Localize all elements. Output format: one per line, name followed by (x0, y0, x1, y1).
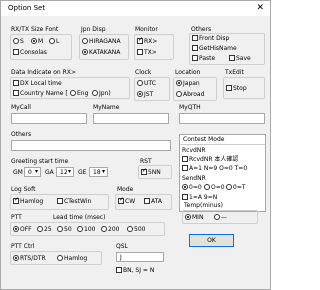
ptt-ctrl-rts-radio[interactable]: RTS/DTR (13, 255, 46, 263)
ptt-25-radio[interactable]: 25 (37, 226, 52, 234)
log-soft-label: Log Soft (11, 186, 36, 193)
chevron-down-icon: ▾ (101, 168, 105, 175)
jpn-disp-label: Jpn Disp (81, 26, 106, 33)
mycall-label: MyCall (11, 104, 31, 111)
clock-utc-radio[interactable]: UTC (137, 80, 156, 88)
option-set-window: Option Set ✕ RX/TX Size Font S M L Conso… (0, 0, 271, 290)
myname-label: MyName (93, 104, 120, 111)
rcvdnr-options[interactable]: A=1 N=9 O=0 T=0 (182, 165, 247, 173)
get-his-name-checkbox[interactable]: GetHisName (192, 45, 237, 53)
ge-label: GE (78, 169, 87, 176)
location-abroad-radio[interactable]: Abroad (176, 91, 204, 99)
contest-mode-label: Contest Mode (183, 136, 225, 143)
temp-label: Temp(minus) (184, 202, 223, 209)
ptt-off-radio[interactable]: OFF (13, 226, 32, 234)
qsl-label: QSL (116, 243, 128, 250)
save-checkbox[interactable]: Save (229, 55, 251, 63)
monitor-tx-checkbox[interactable]: TX> (137, 49, 157, 57)
rcvdnr-label: RcvdNR (182, 147, 206, 154)
contest-divider (180, 144, 265, 145)
gm-label: GM (13, 169, 23, 176)
location-label: Location (175, 69, 201, 76)
ptt-500-radio[interactable]: 500 (127, 226, 145, 234)
ptt-100-radio[interactable]: 100 (77, 226, 95, 234)
myname-input[interactable] (93, 113, 169, 124)
clock-label: Clock (135, 69, 152, 76)
mycall-input[interactable] (11, 113, 87, 124)
txedit-stop-checkbox[interactable]: Stop (226, 85, 247, 93)
sendnr-label: SendNR (182, 175, 206, 182)
ptt-50-radio[interactable]: 50 (57, 226, 72, 234)
rst-5nn-checkbox[interactable]: 5NN (141, 169, 161, 177)
monitor-label: Monitor (135, 26, 158, 33)
front-disp-checkbox[interactable]: Front Disp (192, 35, 229, 43)
rxtx-font-label: RX/TX Size Font (11, 26, 59, 33)
close-icon[interactable]: ✕ (256, 3, 264, 13)
gm-select[interactable]: 0 ▾ (24, 167, 41, 177)
others-input[interactable] (11, 140, 171, 151)
monitor-rx-checkbox[interactable]: RX> (137, 38, 157, 46)
mode-label: Mode (117, 186, 134, 193)
myqth-input[interactable] (179, 113, 265, 124)
chevron-down-icon: ▾ (34, 168, 38, 175)
sendnr-option-1[interactable]: 0=0 (182, 184, 202, 192)
log-hamlog-checkbox[interactable]: Hamlog (13, 198, 43, 206)
ga-select[interactable]: 12 ▾ (56, 167, 74, 177)
mode-ata-checkbox[interactable]: ATA (144, 198, 162, 206)
font-s-radio[interactable] (13, 38, 19, 44)
txedit-label: TxEdit (225, 69, 244, 76)
font-size-l[interactable]: L (49, 38, 59, 46)
ge-select[interactable]: 18 ▾ (89, 167, 108, 177)
katakana-radio[interactable]: KATAKANA (82, 49, 120, 57)
temp-min-radio[interactable]: MIN (185, 214, 203, 222)
lead-time-label: Lead time (msec) (53, 214, 106, 221)
location-japan-radio[interactable]: Japan (176, 80, 200, 88)
chevron-down-icon: ▾ (67, 168, 71, 175)
sendnr-option-2[interactable]: O=0 (204, 184, 225, 192)
ok-button[interactable]: OK (189, 234, 234, 247)
log-ctestwin-checkbox[interactable]: CTestWin (57, 198, 91, 206)
hiragana-radio[interactable]: HIRAGANA (82, 38, 121, 46)
myqth-label: MyQTH (179, 104, 201, 111)
temp-dash-radio[interactable]: — (214, 214, 227, 222)
font-l-radio[interactable] (49, 38, 55, 44)
clock-jst-radio[interactable]: JST (137, 91, 153, 99)
local-time-checkbox[interactable]: DX Local time (13, 80, 62, 88)
country-jpn-radio[interactable]: Jpn) (92, 90, 111, 98)
font-m-radio[interactable] (31, 38, 37, 44)
ptt-label: PTT (11, 214, 22, 221)
sendnr-option-3[interactable]: 0=T (226, 184, 246, 192)
ptt-ctrl-label: PTT Ctrl (11, 243, 35, 250)
others-field-label: Others (11, 131, 32, 138)
paste-checkbox[interactable]: Paste (192, 55, 215, 63)
font-size-s[interactable]: S (13, 38, 24, 46)
mode-cw-checkbox[interactable]: CW (118, 198, 135, 206)
ga-label: GA (45, 169, 54, 176)
bn-sj-checkbox[interactable]: BN, SJ = N (116, 267, 154, 275)
country-eng-radio[interactable]: Eng (70, 90, 88, 98)
country-name-checkbox[interactable]: Country Name [ (13, 90, 68, 98)
data-indicate-label: Data Indicate on RX> (11, 69, 76, 76)
qsl-input[interactable]: J (116, 252, 164, 262)
consolas-checkbox[interactable]: Consolas (13, 49, 47, 57)
title-bar: Option Set ✕ (1, 1, 270, 16)
greeting-label: Greeting start time (11, 158, 69, 165)
sendnr-option-4[interactable]: 1=A 9=N (182, 194, 217, 202)
ptt-ctrl-hamlog-radio[interactable]: Hamlog (57, 255, 87, 263)
window-title: Option Set (8, 4, 46, 12)
rcvdnr-only-checkbox[interactable]: RcvdNR 本人確認 (182, 156, 238, 164)
font-size-m[interactable]: M (31, 38, 43, 46)
ptt-200-radio[interactable]: 200 (101, 226, 119, 234)
